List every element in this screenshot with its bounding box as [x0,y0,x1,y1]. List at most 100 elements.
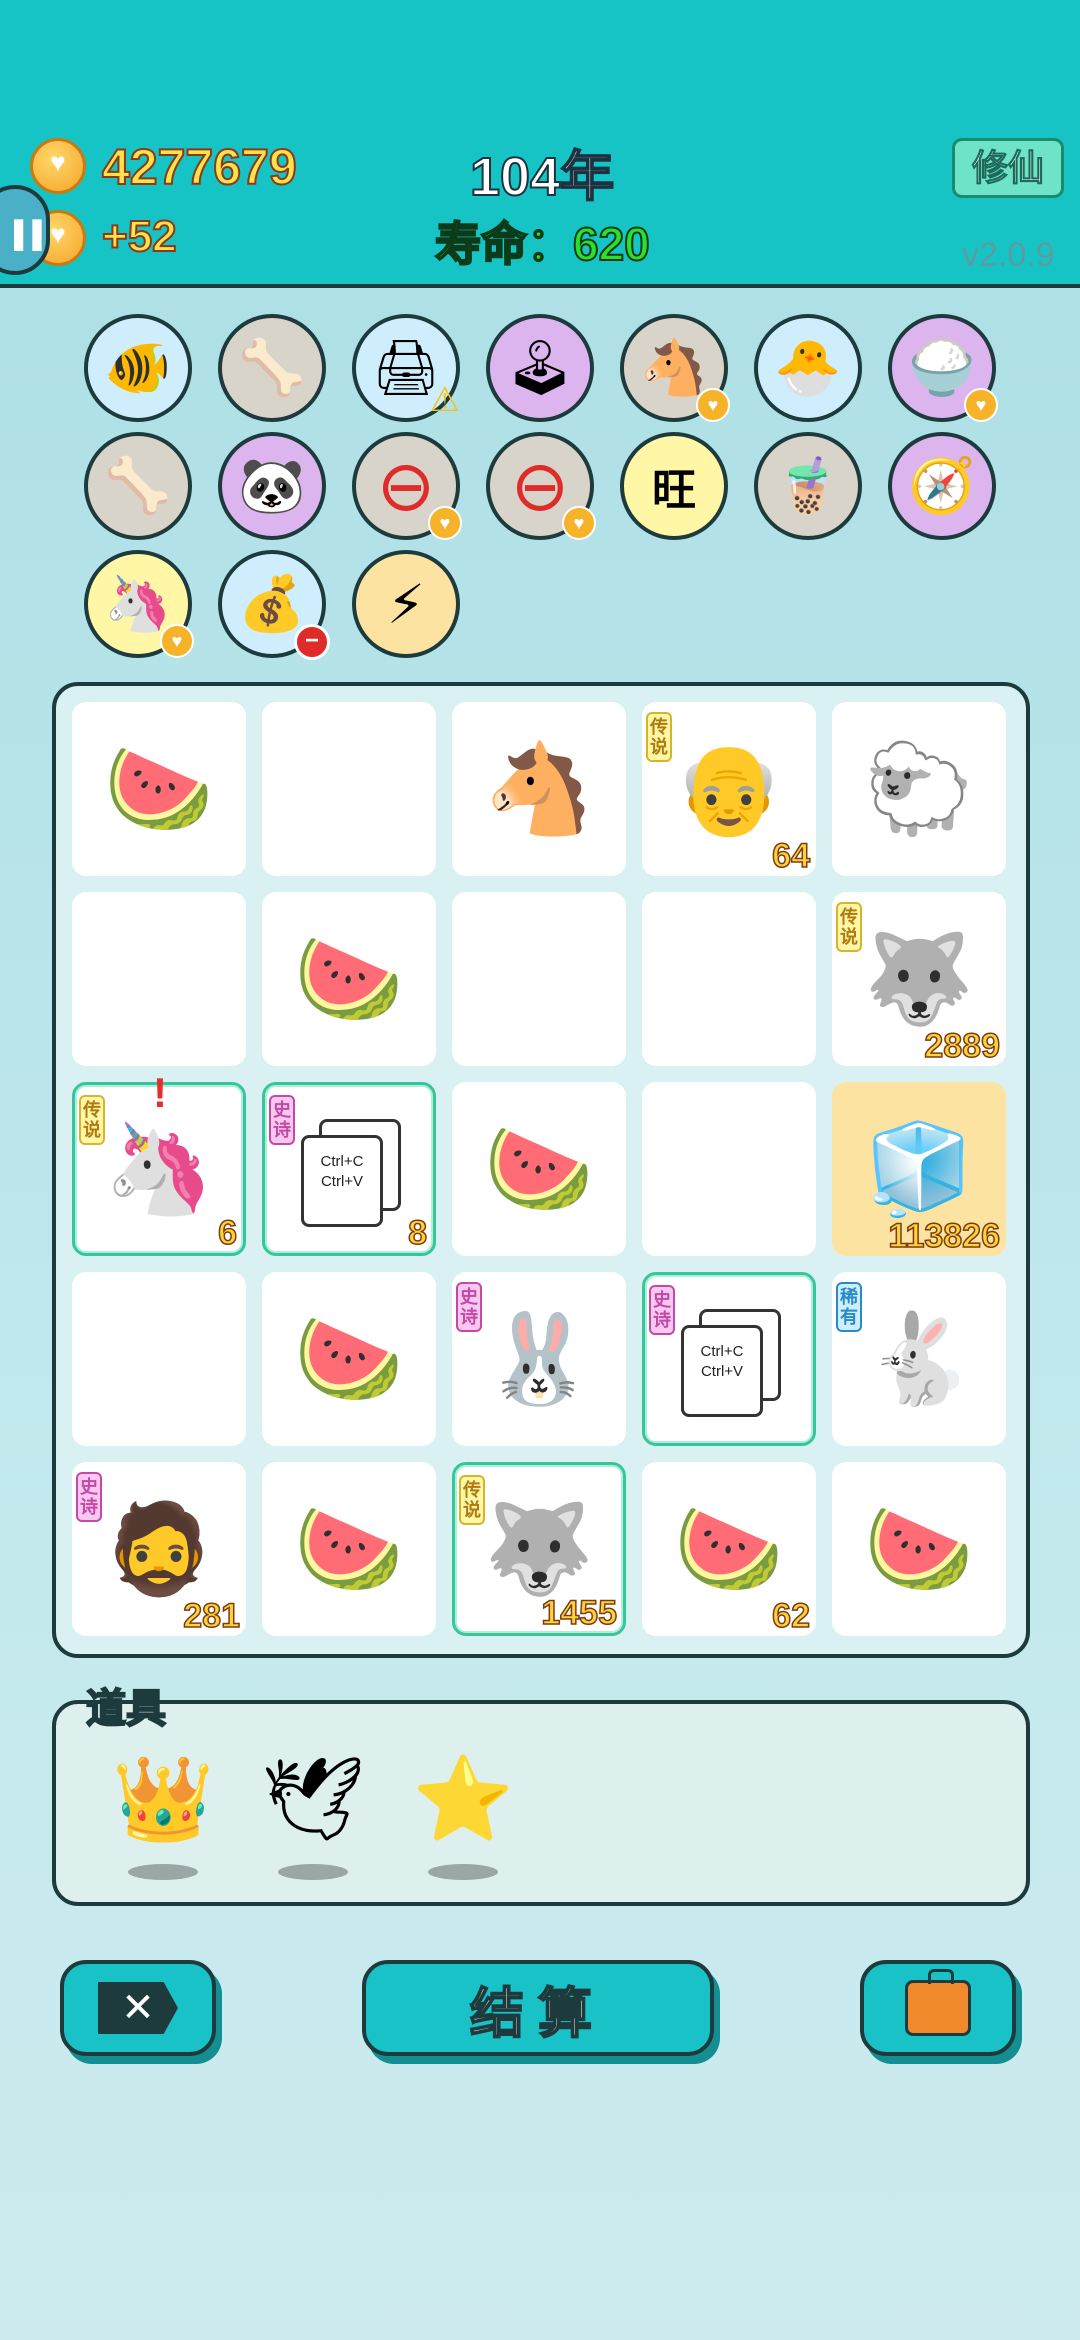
board-cell[interactable] [72,892,246,1066]
unicorn-icon[interactable]: 🦄 ♥ [84,550,194,658]
board-cell[interactable]: 🐑 [832,702,1006,876]
board-cell[interactable]: 🧔 史诗 281 [72,1462,246,1636]
board-cell[interactable]: 🐴 [452,702,626,876]
piece-icon: 🐑 [864,738,974,838]
item-shadow [428,1864,498,1880]
arcade-icon[interactable]: 🕹 [486,314,594,422]
warning-badge-icon: ⚠ [429,381,460,419]
heart-badge-icon: ♥ [696,388,730,422]
wang-char-icon-glyph: 旺 [652,466,696,515]
board-cell[interactable] [642,892,816,1066]
side-drawer-tab[interactable]: ▌▌ [0,185,51,275]
coin-icon [30,138,86,194]
fish-bowl-icon[interactable]: 🐠 [84,314,192,422]
compass-icon[interactable]: 🧭 [888,432,996,540]
twin-horse-icon-glyph: 🐴 [640,337,708,398]
rarity-tag: 传说 [646,712,672,762]
fish-bowl-icon-glyph: 🐠 [104,337,172,398]
year-counter: 104年 [469,146,615,208]
board-cell[interactable]: 👴 传说 64 [642,702,816,876]
close-button[interactable]: ✕ [60,1960,216,2056]
board-cell[interactable]: 🐇 稀有 [832,1272,1006,1446]
board-cell[interactable]: 🦄 传说 6! [72,1069,246,1256]
no-entry-icon-glyph: ⊖ [376,447,436,525]
lightning-icon-glyph: ⚡ [387,574,425,635]
board-cell[interactable]: 🍉 [262,1272,436,1446]
board-cell[interactable]: 🐺 传说 1455 [452,1462,626,1636]
settle-button[interactable]: 结算 [362,1960,714,2056]
board-cell[interactable] [262,702,436,876]
board-cell[interactable]: 🍉 [262,1462,436,1636]
rarity-tag: 稀有 [836,1282,862,1332]
pet-bowl-icon[interactable]: 🦴 [218,314,326,422]
bubble-tea-icon[interactable]: 🧋 [754,432,862,540]
xiuxian-button[interactable]: 修仙 [952,138,1064,198]
panda-icon[interactable]: 🐼 [218,432,326,540]
rice-bowl-icon[interactable]: 🍚 ♥ [888,314,998,422]
piece-value: 1455 [541,1593,618,1633]
board-cell[interactable] [642,1082,816,1256]
items-title: 道具 [85,1686,167,1732]
pet-bowl-icon-2[interactable]: 🦴 [84,432,192,540]
copy-paste-icon: Ctrl+C Ctrl+V [301,1119,401,1229]
board-cell[interactable]: 🍉 [72,702,246,876]
twin-horse-icon[interactable]: 🐴 ♥ [620,314,730,422]
piece-value: 64 [771,836,810,876]
heart-badge-icon: ♥ [160,624,194,658]
rarity-tag: 史诗 [456,1282,482,1332]
briefcase-icon [905,1969,971,2036]
piece-icon: 🍉 [294,928,404,1028]
board-cell[interactable]: 🍉 [452,1082,626,1256]
board-cell[interactable]: 🍉 [832,1462,1006,1636]
star-icon[interactable]: ⭐ [408,1740,518,1860]
item-shadow [128,1864,198,1880]
board-cell[interactable] [72,1272,246,1446]
wang-char-icon[interactable]: 旺 [620,432,728,540]
piece-icon: 🍉 [104,738,214,838]
pigeon-icon[interactable]: 🕊 [258,1740,368,1860]
piece-value: 281 [183,1596,241,1636]
coin-total: 4277679 [101,138,298,196]
ctrl-v-text: Ctrl+V [700,1363,744,1380]
rarity-tag: 史诗 [649,1285,675,1335]
board-cell[interactable]: 🍉 62 [642,1462,816,1636]
board-cell[interactable]: 🐺 传说 2889 [832,892,1006,1066]
board-cell[interactable] [452,892,626,1066]
piece-icon: 🍉 [294,1308,404,1408]
heart-badge-icon: ♥ [428,506,462,540]
piece-value: 2889 [924,1026,1001,1066]
no-entry-icon[interactable]: ⊖ ♥ [352,432,462,540]
chick-egg-icon[interactable]: 🐣 [754,314,862,422]
lifespan-label: 寿命：620 [434,217,651,271]
compass-icon-glyph: 🧭 [908,455,976,516]
board-cell[interactable]: 🧊 113826 [832,1082,1006,1256]
board-cell[interactable]: Ctrl+C Ctrl+V 史诗 [642,1272,816,1446]
board-cell[interactable]: 🍉 [262,892,436,1066]
top-bar: 4277679 +52 104年 寿命：620 修仙 v2.0.9 ▌▌ [0,0,1080,288]
board-cell[interactable]: 🐰 史诗 [452,1272,626,1446]
piece-icon: 🐴 [484,738,594,838]
coin-rate: +52 [101,211,178,262]
chick-egg-icon-glyph: 🐣 [774,337,842,398]
game-board: 🍉 🐴 👴 传说 64 🐑 🍉 🐺 传说 2889 🦄 传说 6! Ctrl+C Ctrl+V 史诗 8 🍉 🧊 11… [52,682,1030,1658]
rarity-tag: 史诗 [269,1095,295,1145]
crown-icon[interactable]: 👑 [108,1740,218,1860]
piece-value: 113826 [888,1216,1001,1256]
version-label: v2.0.9 [962,236,1055,274]
piece-icon: 🍉 [294,1498,404,1598]
money-bag-icon-glyph: 💰 [238,573,306,634]
inventory-button[interactable] [860,1960,1016,2056]
bubble-tea-icon-glyph: 🧋 [774,455,842,516]
rice-bowl-icon-glyph: 🍚 [908,337,976,398]
unicorn-icon-glyph: 🦄 [104,573,172,634]
piece-value: 62 [771,1596,810,1636]
arcade-icon-glyph: 🕹 [505,337,575,398]
board-cell[interactable]: Ctrl+C Ctrl+V 史诗 8 [262,1082,436,1256]
copy-paste-icon: Ctrl+C Ctrl+V [681,1309,781,1419]
rarity-tag: 史诗 [76,1472,102,1522]
lightning-icon[interactable]: ⚡ [352,550,460,658]
no-entry-icon-2[interactable]: ⊖ ♥ [486,432,596,540]
money-bag-icon[interactable]: 💰 − [218,550,330,660]
remove-badge-icon: − [294,624,330,660]
printer-icon[interactable]: 🖨 ⚠ [352,314,460,422]
